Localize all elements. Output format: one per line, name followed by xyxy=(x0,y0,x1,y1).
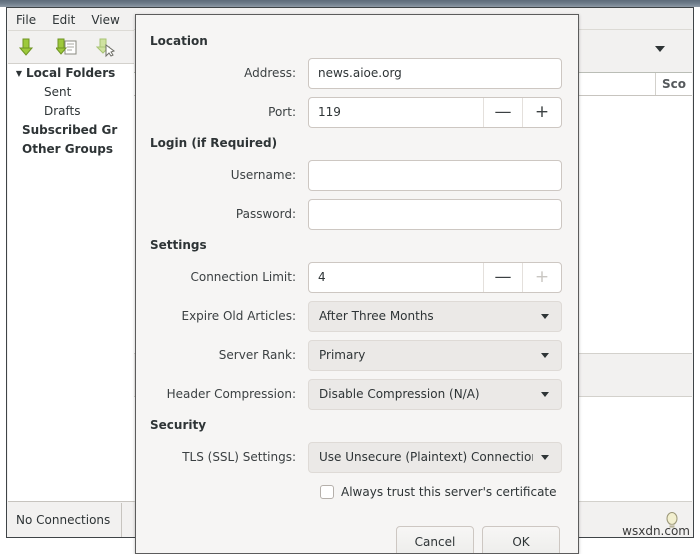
password-input[interactable] xyxy=(308,198,562,230)
statusbar-resize-grip[interactable] xyxy=(122,503,134,537)
always-trust-label: Always trust this server's certificate xyxy=(341,485,557,499)
column-header-score[interactable]: Sco xyxy=(656,73,692,95)
field-row-server-rank: Server Rank: Primary xyxy=(148,339,562,371)
field-row-address: Address: news.aioe.org xyxy=(148,57,562,89)
watermark-text: wsxdn.com xyxy=(622,524,690,538)
connection-limit-label: Connection Limit: xyxy=(190,270,296,284)
expire-old-articles-select[interactable]: After Three Months xyxy=(308,300,562,332)
menu-file[interactable]: File xyxy=(14,12,38,28)
tls-settings-value: Use Unsecure (Plaintext) Connections xyxy=(319,450,533,464)
chevron-down-icon xyxy=(655,46,665,52)
server-rank-value: Primary xyxy=(319,348,366,362)
chevron-down-icon xyxy=(539,313,551,319)
tree-item-local-folders[interactable]: ▼ Local Folders xyxy=(8,64,134,83)
menu-view[interactable]: View xyxy=(89,12,121,28)
password-label: Password: xyxy=(235,207,296,221)
menu-edit[interactable]: Edit xyxy=(50,12,77,28)
address-input[interactable]: news.aioe.org xyxy=(308,57,562,89)
header-compression-value: Disable Compression (N/A) xyxy=(319,387,480,401)
username-label: Username: xyxy=(230,168,296,182)
server-properties-dialog: Location Address: news.aioe.org Port: 11… xyxy=(135,14,579,554)
connection-status-text: No Connections xyxy=(8,502,122,537)
folder-tree[interactable]: ▼ Local Folders Sent Drafts Subscribed Gr… xyxy=(8,64,134,501)
dialog-content: Location Address: news.aioe.org Port: 11… xyxy=(136,15,578,553)
download-arrow-icon[interactable] xyxy=(16,36,36,58)
tree-item-label: Drafts xyxy=(44,104,81,118)
folder-sidebar-pane: File Edit View ▼ Local Folders Sent Draf… xyxy=(8,9,134,537)
tls-settings-select[interactable]: Use Unsecure (Plaintext) Connections xyxy=(308,441,562,473)
menubar: File Edit View xyxy=(8,9,134,31)
section-title-login: Login (if Required) xyxy=(150,136,278,150)
ok-button[interactable]: OK xyxy=(482,526,560,553)
always-trust-checkbox[interactable] xyxy=(320,485,334,499)
chevron-down-icon xyxy=(539,454,551,460)
server-rank-select[interactable]: Primary xyxy=(308,339,562,371)
section-title-location: Location xyxy=(150,34,208,48)
connection-limit-increment-button: + xyxy=(522,262,561,292)
sidebar-statusbar: No Connections xyxy=(8,501,134,537)
field-row-connection-limit: Connection Limit: 4 — + xyxy=(148,261,562,293)
username-input[interactable] xyxy=(308,159,562,191)
toolbar xyxy=(8,31,134,64)
connection-limit-decrement-button[interactable]: — xyxy=(483,262,522,292)
server-rank-label: Server Rank: xyxy=(218,348,296,362)
tree-item-label: Other Groups xyxy=(22,142,114,156)
tree-item-drafts[interactable]: Drafts xyxy=(8,102,134,121)
download-document-icon[interactable] xyxy=(54,36,77,58)
port-input[interactable]: 119 xyxy=(309,98,483,127)
header-compression-select[interactable]: Disable Compression (N/A) xyxy=(308,378,562,410)
filter-dropdown-button[interactable] xyxy=(655,46,669,60)
section-title-security: Security xyxy=(150,418,207,432)
field-row-header-compression: Header Compression: Disable Compression … xyxy=(148,378,562,410)
port-decrement-button[interactable]: — xyxy=(483,97,522,127)
field-row-username: Username: xyxy=(148,159,562,191)
connection-limit-spinner[interactable]: 4 — + xyxy=(308,261,562,293)
section-title-settings: Settings xyxy=(150,238,207,252)
tree-item-label: Local Folders xyxy=(26,66,116,80)
port-increment-button[interactable]: + xyxy=(522,97,561,127)
address-label: Address: xyxy=(244,66,296,80)
field-row-expire-old-articles: Expire Old Articles: After Three Months xyxy=(148,300,562,332)
field-row-tls-settings: TLS (SSL) Settings: Use Unsecure (Plaint… xyxy=(148,441,562,473)
chevron-down-icon xyxy=(539,352,551,358)
tree-item-subscribed-groups[interactable]: Subscribed Gr xyxy=(8,121,134,140)
always-trust-row[interactable]: Always trust this server's certificate xyxy=(320,480,562,504)
cancel-button[interactable]: Cancel xyxy=(396,526,474,553)
header-compression-label: Header Compression: xyxy=(166,387,296,401)
tls-settings-label: TLS (SSL) Settings: xyxy=(182,450,296,464)
chevron-down-icon xyxy=(539,391,551,397)
window-titlebar-strip xyxy=(0,0,700,7)
field-row-password: Password: xyxy=(148,198,562,230)
tree-item-sent[interactable]: Sent xyxy=(8,83,134,102)
tree-item-label: Subscribed Gr xyxy=(22,123,118,137)
expire-old-articles-label: Expire Old Articles: xyxy=(181,309,296,323)
chevron-down-icon[interactable]: ▼ xyxy=(12,64,26,83)
connection-limit-input[interactable]: 4 xyxy=(309,263,483,292)
download-cursor-icon[interactable] xyxy=(95,36,116,58)
field-row-port: Port: 119 — + xyxy=(148,96,562,128)
dialog-button-bar: Cancel OK xyxy=(148,526,562,553)
expire-old-articles-value: After Three Months xyxy=(319,309,434,323)
port-spinner[interactable]: 119 — + xyxy=(308,96,562,128)
desktop-background: Sco wsxdn.com File Edit View ▼ Local Fol… xyxy=(0,0,700,554)
tree-item-label: Sent xyxy=(44,85,72,99)
tree-item-other-groups[interactable]: Other Groups xyxy=(8,140,134,159)
port-label: Port: xyxy=(268,105,296,119)
